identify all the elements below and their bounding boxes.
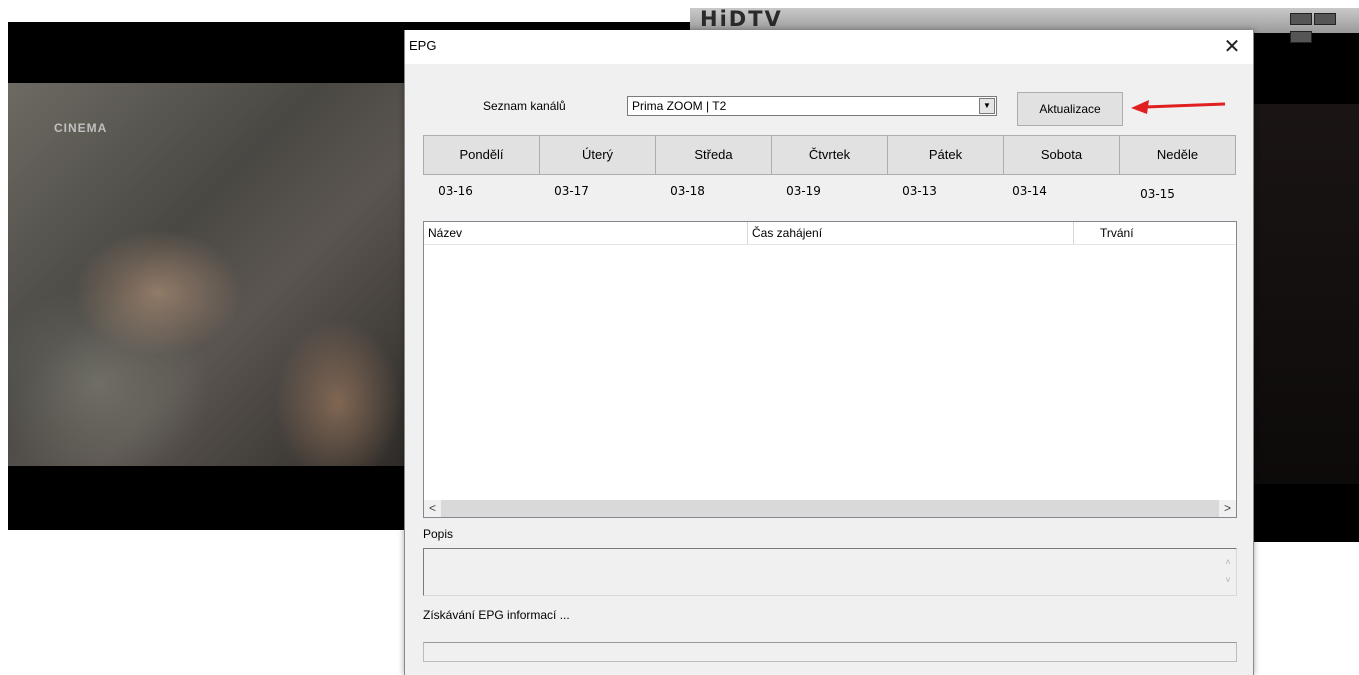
channel-logo: CINEMA bbox=[54, 121, 108, 135]
channel-list-label: Seznam kanálů bbox=[483, 99, 566, 113]
video-frame-right bbox=[1250, 104, 1359, 484]
day-button-fri[interactable]: Pátek bbox=[887, 135, 1004, 175]
description-label: Popis bbox=[423, 527, 454, 541]
scroll-right-icon[interactable]: > bbox=[1219, 500, 1236, 517]
day-date: 03-13 bbox=[902, 184, 937, 198]
status-text: Získávání EPG informací ... bbox=[423, 608, 570, 622]
progress-bar bbox=[423, 642, 1237, 662]
refresh-button[interactable]: Aktualizace bbox=[1017, 92, 1123, 126]
list-header: Název Čas zahájení Trvání bbox=[424, 222, 1236, 245]
video-frame bbox=[8, 83, 410, 466]
app-logo: HiDTV bbox=[700, 7, 783, 31]
video-frame-bottom bbox=[1250, 484, 1359, 542]
horizontal-scrollbar[interactable]: < > bbox=[424, 500, 1236, 517]
day-date: 03-16 bbox=[438, 184, 473, 198]
day-button-tue[interactable]: Úterý bbox=[539, 135, 656, 175]
day-button-mon[interactable]: Pondělí bbox=[423, 135, 540, 175]
day-date: 03-17 bbox=[554, 184, 589, 198]
day-button-thu[interactable]: Čtvrtek bbox=[771, 135, 888, 175]
minimize-icon[interactable] bbox=[1290, 13, 1312, 25]
scroll-left-icon[interactable]: < bbox=[424, 500, 441, 517]
day-button-sun[interactable]: Neděle bbox=[1119, 135, 1236, 175]
dialog-titlebar: EPG ✕ bbox=[405, 30, 1253, 64]
channel-select-value: Prima ZOOM | T2 bbox=[632, 99, 727, 113]
player-window-controls bbox=[1290, 12, 1356, 43]
day-date: 03-14 bbox=[1012, 184, 1047, 198]
close-icon[interactable]: ✕ bbox=[1217, 33, 1247, 61]
description-scroll-icon[interactable]: ˄ ˅ bbox=[1222, 553, 1234, 593]
column-header-duration[interactable]: Trvání bbox=[1074, 222, 1236, 244]
day-button-sat[interactable]: Sobota bbox=[1003, 135, 1120, 175]
chevron-down-icon[interactable]: ▼ bbox=[979, 98, 995, 114]
day-date: 03-15 bbox=[1140, 187, 1175, 201]
day-date: 03-19 bbox=[786, 184, 821, 198]
program-list[interactable]: Název Čas zahájení Trvání < > bbox=[423, 221, 1237, 518]
description-box[interactable]: ˄ ˅ bbox=[423, 548, 1237, 596]
column-header-name[interactable]: Název bbox=[424, 222, 748, 244]
day-date: 03-18 bbox=[670, 184, 705, 198]
day-button-wed[interactable]: Středa bbox=[655, 135, 772, 175]
channel-select[interactable]: Prima ZOOM | T2 ▼ bbox=[627, 96, 997, 116]
dialog-title: EPG bbox=[409, 38, 437, 53]
column-header-start-time[interactable]: Čas zahájení bbox=[748, 222, 1074, 244]
epg-dialog: EPG ✕ Seznam kanálů Prima ZOOM | T2 ▼ Ak… bbox=[404, 30, 1254, 675]
annotation-arrow-icon bbox=[1131, 100, 1226, 114]
close-icon[interactable] bbox=[1290, 31, 1312, 43]
maximize-icon[interactable] bbox=[1314, 13, 1336, 25]
